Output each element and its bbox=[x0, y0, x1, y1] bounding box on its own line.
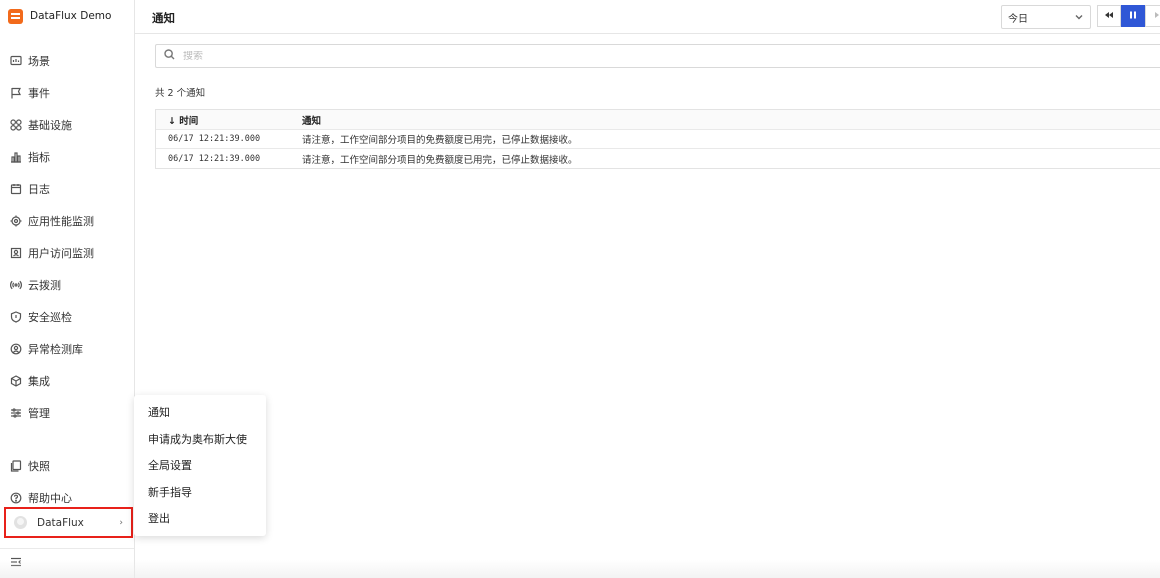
calendar-icon bbox=[10, 183, 22, 195]
sidebar-bottom-nav: 快照 帮助中心 bbox=[0, 450, 134, 514]
target-icon bbox=[10, 215, 22, 227]
search-bar[interactable] bbox=[155, 44, 1160, 68]
collapse-icon bbox=[10, 556, 22, 571]
rewind-icon bbox=[1104, 10, 1114, 23]
user-name: DataFlux bbox=[37, 516, 84, 529]
sidebar-item-label: 集成 bbox=[28, 375, 50, 388]
sidebar-item-integration[interactable]: 集成 bbox=[0, 365, 134, 397]
signal-icon bbox=[10, 279, 22, 291]
avatar bbox=[14, 516, 27, 529]
dashboard-icon bbox=[10, 55, 22, 67]
sidebar-item-monitor-lib[interactable]: 异常检测库 bbox=[0, 333, 134, 365]
search-input[interactable] bbox=[183, 50, 1083, 62]
sidebar-item-security[interactable]: 安全巡检 bbox=[0, 301, 134, 333]
sidebar-item-label: 场景 bbox=[28, 55, 50, 68]
forward-button[interactable] bbox=[1145, 5, 1160, 27]
snapshot-icon bbox=[10, 460, 22, 472]
sidebar-item-label: 安全巡检 bbox=[28, 311, 72, 324]
table-row[interactable]: 06/17 12:21:39.000 请注意，工作空间部分项目的免费额度已用完，… bbox=[156, 130, 1160, 149]
sidebar-item-metrics[interactable]: 指标 bbox=[0, 141, 134, 173]
bottom-shade bbox=[0, 560, 1160, 578]
collapse-sidebar-button[interactable] bbox=[0, 548, 134, 578]
sidebar-item-label: 日志 bbox=[28, 183, 50, 196]
sidebar-item-apm[interactable]: 应用性能监测 bbox=[0, 205, 134, 237]
sidebar-item-logs[interactable]: 日志 bbox=[0, 173, 134, 205]
cube-icon bbox=[10, 375, 22, 387]
app-logo-icon bbox=[8, 8, 23, 24]
sidebar-item-label: 管理 bbox=[28, 407, 50, 420]
pause-button[interactable] bbox=[1121, 5, 1145, 27]
shield-icon bbox=[10, 311, 22, 323]
menu-item-global-settings[interactable]: 全局设置 bbox=[134, 452, 266, 479]
brand[interactable]: DataFlux Demo bbox=[8, 7, 111, 25]
menu-item-onboarding[interactable]: 新手指导 bbox=[134, 479, 266, 506]
notification-count: 共 2 个通知 bbox=[155, 88, 206, 99]
notifications-table: ↓ 时间 通知 06/17 12:21:39.000 请注意，工作空间部分项目的… bbox=[155, 109, 1160, 169]
detector-icon bbox=[10, 343, 22, 355]
sidebar-item-label: 快照 bbox=[28, 460, 50, 473]
column-header-time[interactable]: ↓ 时间 bbox=[156, 113, 302, 127]
sidebar-item-management[interactable]: 管理 bbox=[0, 397, 134, 429]
chevron-right-icon: › bbox=[119, 517, 123, 528]
sidebar-nav: 场景 事件 基础设施 指标 日志 应用性能监测 用户访问监测 云拨测 安全巡检 … bbox=[0, 45, 134, 429]
sidebar-item-label: 云拨测 bbox=[28, 279, 61, 292]
sidebar-item-rum[interactable]: 用户访问监测 bbox=[0, 237, 134, 269]
page-title: 通知 bbox=[152, 11, 175, 25]
sidebar-item-infrastructure[interactable]: 基础设施 bbox=[0, 109, 134, 141]
table-row[interactable]: 06/17 12:21:39.000 请注意，工作空间部分项目的免费额度已用完，… bbox=[156, 149, 1160, 168]
cell-message: 请注意，工作空间部分项目的免费额度已用完，已停止数据接收。 bbox=[302, 135, 578, 146]
sidebar: DataFlux Demo 场景 事件 基础设施 指标 日志 应用性能监测 用户… bbox=[0, 0, 135, 578]
bar-chart-icon bbox=[10, 151, 22, 163]
sidebar-item-label: 异常检测库 bbox=[28, 343, 83, 356]
search-icon bbox=[164, 49, 183, 63]
column-header-message: 通知 bbox=[302, 115, 322, 127]
page-header: 通知 今日 bbox=[135, 0, 1160, 34]
flag-icon bbox=[10, 87, 22, 99]
sidebar-item-label: 应用性能监测 bbox=[28, 215, 94, 228]
cell-time: 06/17 12:21:39.000 bbox=[168, 134, 261, 144]
sidebar-item-label: 用户访问监测 bbox=[28, 247, 94, 260]
cell-time: 06/17 12:21:39.000 bbox=[168, 153, 261, 164]
cell-message: 请注意，工作空间部分项目的免费额度已用完，已停止数据接收。 bbox=[302, 154, 578, 166]
sidebar-item-scene[interactable]: 场景 bbox=[0, 45, 134, 77]
sidebar-item-label: 基础设施 bbox=[28, 119, 72, 132]
sidebar-item-label: 帮助中心 bbox=[28, 492, 72, 505]
pause-icon bbox=[1128, 10, 1138, 23]
chevron-down-icon bbox=[1075, 13, 1083, 21]
rewind-button[interactable] bbox=[1097, 5, 1121, 27]
user-monitor-icon bbox=[10, 247, 22, 259]
sidebar-item-label: 事件 bbox=[28, 87, 50, 100]
play-icon bbox=[1152, 10, 1160, 23]
user-menu-trigger[interactable]: DataFlux › bbox=[4, 507, 133, 538]
user-popup-menu: 通知 申请成为奥布斯大使 全局设置 新手指导 登出 bbox=[134, 395, 266, 536]
sidebar-item-label: 指标 bbox=[28, 151, 50, 164]
time-range-select[interactable]: 今日 bbox=[1001, 5, 1091, 29]
menu-item-logout[interactable]: 登出 bbox=[134, 505, 266, 532]
playback-controls bbox=[1097, 5, 1160, 27]
sidebar-item-events[interactable]: 事件 bbox=[0, 77, 134, 109]
sidebar-item-dialtesting[interactable]: 云拨测 bbox=[0, 269, 134, 301]
settings-sliders-icon bbox=[10, 407, 22, 419]
sidebar-item-snapshot[interactable]: 快照 bbox=[0, 450, 134, 482]
help-icon bbox=[10, 492, 22, 504]
menu-item-ambassador[interactable]: 申请成为奥布斯大使 bbox=[134, 426, 266, 453]
menu-item-notifications[interactable]: 通知 bbox=[134, 399, 266, 426]
table-header-row: ↓ 时间 通知 bbox=[156, 110, 1160, 130]
time-range-value: 今日 bbox=[1008, 13, 1028, 25]
infrastructure-icon bbox=[10, 119, 22, 131]
app-name: DataFlux Demo bbox=[30, 10, 112, 22]
